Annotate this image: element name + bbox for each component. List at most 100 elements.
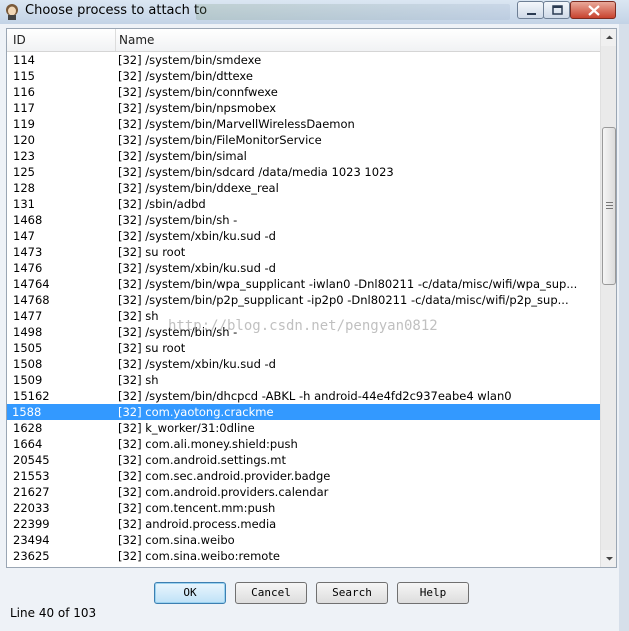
scroll-thumb[interactable] (602, 127, 616, 285)
search-button[interactable]: Search (316, 582, 388, 604)
close-icon (588, 5, 600, 16)
maximize-icon (552, 5, 563, 15)
status-line: Line 40 of 103 (10, 606, 97, 620)
process-name: [32] /system/bin/p2p_supplicant -ip2p0 -… (118, 293, 569, 307)
process-name: [32] su root (118, 341, 186, 355)
process-name: [32] /system/bin/simal (118, 149, 247, 163)
grip-line (606, 202, 613, 203)
title-bar: Choose process to attach to (0, 0, 629, 25)
process-name: [32] sh (118, 373, 159, 387)
table-row[interactable]: 128 [32] /system/bin/ddexe_real (7, 180, 600, 196)
table-row[interactable]: 119 [32] /system/bin/MarvellWirelessDaemo… (7, 116, 600, 132)
window-border (619, 24, 629, 631)
process-id: 1505 (13, 341, 43, 355)
table-row[interactable]: 22033 [32] com.tencent.mm:push (7, 500, 600, 516)
process-name: [32] com.sina.weibo:remote (118, 549, 280, 563)
process-id: 123 (13, 149, 35, 163)
table-row[interactable]: 114 [32] /system/bin/smdexe (7, 52, 600, 68)
process-id: 1473 (13, 245, 43, 259)
process-name: [32] /system/xbin/ku.sud -d (118, 357, 276, 371)
table-row[interactable]: 116 [32] /system/bin/connfwexe (7, 84, 600, 100)
process-name: [32] com.yaotong.crackme (118, 405, 274, 419)
table-row[interactable]: 22399 [32] android.process.media (7, 516, 600, 532)
table-row[interactable]: 21627 [32] com.android.providers.calendar (7, 484, 600, 500)
vertical-scrollbar[interactable] (600, 29, 616, 567)
process-id: 22033 (13, 501, 50, 515)
process-id: 14764 (13, 277, 50, 291)
minimize-button[interactable] (517, 1, 544, 19)
table-row[interactable]: 23494 [32] com.sina.weibo (7, 532, 600, 548)
process-id: 15162 (13, 389, 50, 403)
table-row[interactable]: 1508 [32] /system/xbin/ku.sud -d (7, 356, 600, 372)
table-row[interactable]: 1468 [32] /system/bin/sh - (7, 212, 600, 228)
process-id: 1477 (13, 309, 43, 323)
table-row[interactable]: 1505 [32] su root (7, 340, 600, 356)
process-name: [32] /system/bin/FileMonitorService (118, 133, 322, 147)
process-name: [32] /sbin/adbd (118, 197, 206, 211)
process-id: 1498 (13, 325, 43, 339)
table-row[interactable]: 1509 [32] sh (7, 372, 600, 388)
process-id: 1588 (12, 405, 42, 419)
table-row[interactable]: 123 [32] /system/bin/simal (7, 148, 600, 164)
table-row[interactable]: 14764 [32] /system/bin/wpa_supplicant -iw… (7, 276, 600, 292)
process-name: [32] /system/xbin/ku.sud -d (118, 229, 276, 243)
process-name: [32] com.android.settings.mt (118, 453, 287, 467)
process-name: [32] su root (118, 245, 186, 259)
process-id: 116 (13, 85, 35, 99)
ok-button[interactable]: OK (154, 582, 226, 604)
table-row[interactable]: 147 [32] /system/xbin/ku.sud -d (7, 228, 600, 244)
process-name: [32] /system/bin/dhcpcd -ABKL -h android… (118, 389, 512, 403)
table-row[interactable]: 115 [32] /system/bin/dttexe (7, 68, 600, 84)
process-id: 115 (13, 69, 35, 83)
process-id: 128 (13, 181, 35, 195)
table-row[interactable]: 125 [32] /system/bin/sdcard /data/media 1… (7, 164, 600, 180)
table-row[interactable]: 20545 [32] com.android.settings.mt (7, 452, 600, 468)
process-id: 119 (13, 117, 35, 131)
process-name: [32] /system/bin/smdexe (118, 53, 262, 67)
process-id: 117 (13, 101, 35, 115)
table-row[interactable]: 21553 [32] com.sec.android.provider.badge (7, 468, 600, 484)
table-row[interactable]: 1476 [32] /system/xbin/ku.sud -d (7, 260, 600, 276)
process-id: 23494 (13, 533, 50, 547)
column-header-name[interactable]: Name (119, 33, 154, 47)
maximize-button[interactable] (543, 1, 570, 19)
table-row[interactable]: 14768 [32] /system/bin/p2p_supplicant -ip… (7, 292, 600, 308)
scroll-down-button[interactable] (601, 550, 616, 567)
process-name: [32] /system/bin/wpa_supplicant -iwlan0 … (118, 277, 578, 291)
table-row[interactable]: 23625 [32] com.sina.weibo:remote (7, 548, 600, 564)
list-header: ID Name (7, 29, 600, 52)
process-rows: 114 [32] /system/bin/smdexe 115 [32] /syste… (7, 52, 600, 564)
process-name: [32] /system/bin/sdcard /data/media 1023… (118, 165, 394, 179)
column-header-id[interactable]: ID (13, 33, 26, 47)
process-id: 14768 (13, 293, 50, 307)
cancel-button[interactable]: Cancel (235, 582, 307, 604)
chevron-down-icon (606, 557, 613, 561)
process-name: [32] /system/bin/ddexe_real (118, 181, 279, 195)
process-list[interactable]: ID Name 114 [32] /system/bin/smdexe 115 [32… (6, 28, 617, 568)
process-name: [32] /system/bin/MarvellWirelessDaemon (118, 117, 355, 131)
process-name: [32] /system/bin/npsmobex (118, 101, 277, 115)
process-id: 20545 (13, 453, 50, 467)
process-id: 114 (13, 53, 35, 67)
table-row[interactable]: 1473 [32] su root (7, 244, 600, 260)
scroll-up-button[interactable] (601, 29, 616, 46)
table-row[interactable]: 1664 [32] com.ali.money.shield:push (7, 436, 600, 452)
window-title: Choose process to attach to (25, 3, 208, 18)
table-row[interactable]: 15162 [32] /system/bin/dhcpcd -ABKL -h an… (7, 388, 600, 404)
process-id: 21553 (13, 469, 50, 483)
table-row[interactable]: 117 [32] /system/bin/npsmobex (7, 100, 600, 116)
process-name: [32] com.android.providers.calendar (118, 485, 329, 499)
close-button[interactable] (570, 1, 616, 19)
table-row[interactable]: 120 [32] /system/bin/FileMonitorService (7, 132, 600, 148)
process-name: [32] /system/bin/connfwexe (118, 85, 278, 99)
table-row-selected[interactable]: 1588 [32] com.yaotong.crackme (7, 404, 600, 420)
process-id: 1628 (13, 421, 43, 435)
process-id: 125 (13, 165, 35, 179)
column-divider[interactable] (115, 29, 116, 51)
table-row[interactable]: 131 [32] /sbin/adbd (7, 196, 600, 212)
process-id: 147 (13, 229, 35, 243)
help-button[interactable]: Help (397, 582, 469, 604)
process-id: 1508 (13, 357, 43, 371)
process-id: 1509 (13, 373, 43, 387)
table-row[interactable]: 1628 [32] k_worker/31:0dline (7, 420, 600, 436)
